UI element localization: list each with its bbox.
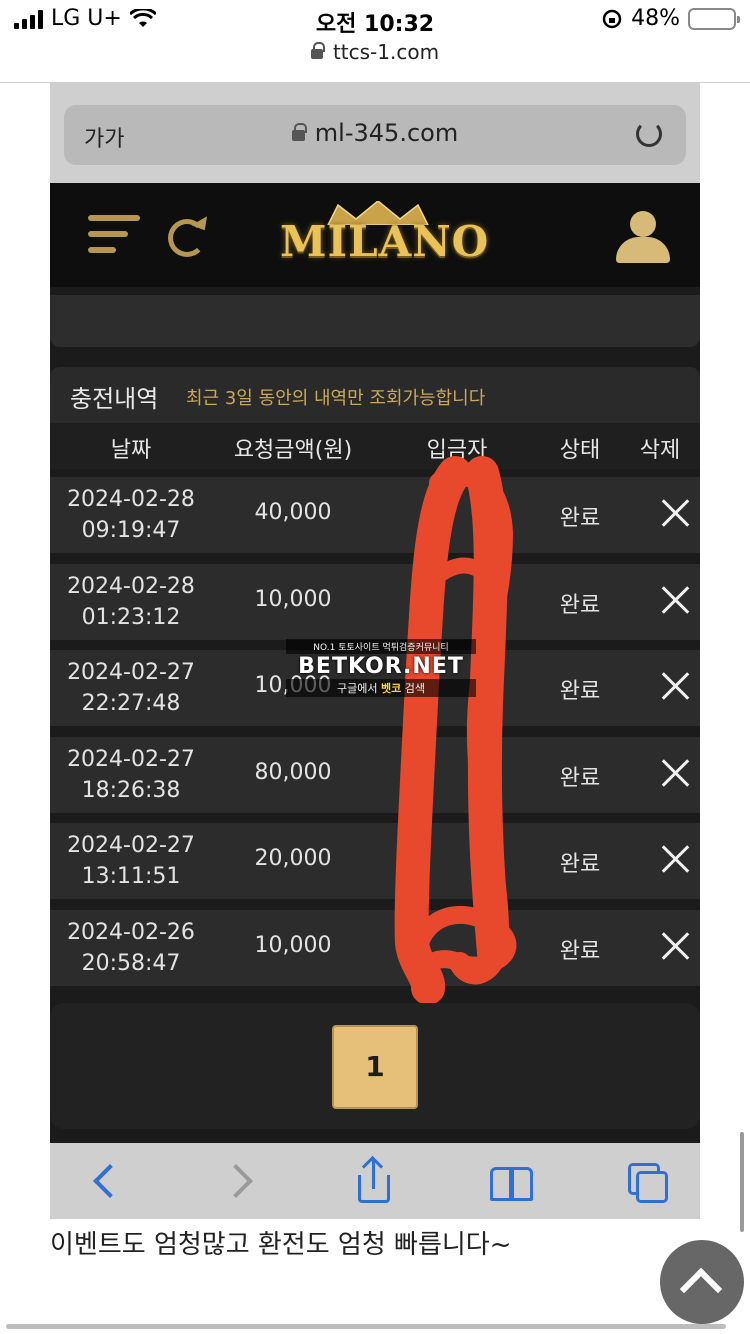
- history-header: 충전내역 최근 3일 동안의 내역만 조회가능합니다: [50, 367, 700, 423]
- row-amount: 10,000: [254, 586, 332, 612]
- inner-address-text: ml-345.com: [314, 119, 459, 147]
- menu-icon[interactable]: [88, 215, 140, 263]
- close-icon: [660, 498, 690, 528]
- table-row: 2024-02-28 09:19:47 40,000 완료: [50, 477, 700, 553]
- table-row: 2024-02-27 18:26:38 80,000 완료: [50, 736, 700, 813]
- row-datetime: 2024-02-27 13:11:51: [67, 833, 195, 890]
- reload-icon[interactable]: [636, 121, 662, 147]
- row-datetime: 2024-02-28 01:23:12: [67, 573, 195, 630]
- bookmarks-icon[interactable]: [488, 1163, 533, 1203]
- forward-icon[interactable]: [220, 1163, 264, 1203]
- delete-button[interactable]: [620, 493, 700, 537]
- lock-icon: [291, 123, 307, 141]
- post-caption: 이벤트도 엄청많고 환전도 엄청 빠릅니다~: [50, 1230, 512, 1260]
- table-row: 2024-02-27 13:11:51 20,000 완료: [50, 823, 700, 900]
- delete-button[interactable]: [620, 666, 700, 710]
- table-row: 2024-02-26 20:58:47 10,000 완료: [50, 909, 700, 986]
- refresh-icon[interactable]: [168, 219, 206, 257]
- row-datetime: 2024-02-27 22:27:48: [67, 660, 195, 717]
- embedded-screenshot: 가가 ml-345.com MILANO 충전내역 최근 3일 동안의 내역만 …: [50, 83, 700, 1219]
- user-icon[interactable]: [616, 211, 670, 263]
- close-icon: [660, 844, 690, 874]
- inner-address-bar[interactable]: 가가 ml-345.com: [64, 105, 686, 165]
- delete-button[interactable]: [620, 839, 700, 883]
- row-amount: 40,000: [254, 500, 332, 525]
- home-indicator: [6, 1324, 726, 1329]
- watermark-line1: NO.1 토토사이트 먹튀검증커뮤니티: [286, 639, 476, 654]
- watermark: NO.1 토토사이트 먹튀검증커뮤니티 BETKOR.NET 구글에서 벳코 검…: [286, 639, 476, 697]
- row-datetime: 2024-02-27 18:26:38: [67, 746, 195, 803]
- column-header-date: 날짜: [110, 438, 152, 463]
- history-table: 2024-02-28 09:19:47 40,000 완료 2024-02-28 0…: [50, 477, 700, 997]
- inner-address: ml-345.com: [64, 119, 686, 147]
- delete-button[interactable]: [620, 580, 700, 624]
- row-status: 완료: [559, 592, 601, 618]
- inner-browser-toolbar: [50, 1143, 700, 1219]
- scrollbar[interactable]: [740, 1132, 744, 1232]
- page-button-1[interactable]: 1: [332, 1025, 418, 1109]
- row-datetime: 2024-02-28 09:19:47: [67, 487, 195, 543]
- close-icon: [660, 585, 690, 615]
- close-icon: [660, 758, 690, 788]
- battery-icon: [688, 7, 740, 30]
- row-status: 완료: [559, 679, 601, 705]
- table-row: 2024-02-28 01:23:12 10,000 완료: [50, 563, 700, 640]
- column-header-delete: 삭제: [639, 438, 681, 463]
- row-amount: 20,000: [254, 846, 332, 872]
- row-status: 완료: [559, 765, 601, 791]
- column-header-status: 상태: [559, 438, 601, 463]
- close-icon: [660, 931, 690, 961]
- watermark-brand: BETKOR.NET: [298, 654, 464, 679]
- column-header-amount: 요청금액(원): [233, 438, 353, 463]
- delete-button[interactable]: [620, 753, 700, 797]
- notice-band: [50, 295, 700, 347]
- pagination: 1: [50, 1003, 700, 1129]
- share-icon[interactable]: [354, 1159, 398, 1203]
- table-header: 날짜 요청금액(원) 입금자 상태 삭제: [50, 423, 700, 469]
- column-header-depositor: 입금자: [426, 438, 488, 463]
- row-status: 완료: [559, 506, 601, 531]
- history-title: 충전내역: [70, 385, 159, 413]
- row-status: 완료: [559, 852, 601, 878]
- site-logo[interactable]: MILANO: [280, 217, 489, 266]
- row-amount: 80,000: [254, 759, 332, 785]
- battery-percent: 48%: [631, 6, 680, 31]
- address-text: ttcs-1.com: [332, 40, 440, 64]
- row-status: 완료: [559, 938, 601, 964]
- inner-browser-header: 가가 ml-345.com: [50, 83, 700, 183]
- site-header: MILANO: [50, 183, 700, 287]
- lock-icon: [310, 42, 325, 59]
- watermark-line3: 구글에서 벳코 검색: [286, 679, 476, 697]
- back-icon[interactable]: [86, 1163, 130, 1203]
- row-datetime: 2024-02-26 20:58:47: [67, 919, 195, 976]
- delete-button[interactable]: [620, 926, 700, 970]
- orientation-lock-icon: [602, 9, 622, 28]
- scroll-to-top-button[interactable]: [660, 1240, 744, 1324]
- history-note: 최근 3일 동안의 내역만 조회가능합니다: [186, 388, 486, 409]
- tabs-icon[interactable]: [626, 1163, 670, 1203]
- row-amount: 10,000: [254, 932, 332, 958]
- status-right: 48%: [601, 6, 740, 31]
- address-bar[interactable]: ttcs-1.com: [0, 40, 750, 74]
- close-icon: [660, 671, 690, 701]
- status-bar: LG U+ 오전 10:32 48%: [0, 0, 750, 40]
